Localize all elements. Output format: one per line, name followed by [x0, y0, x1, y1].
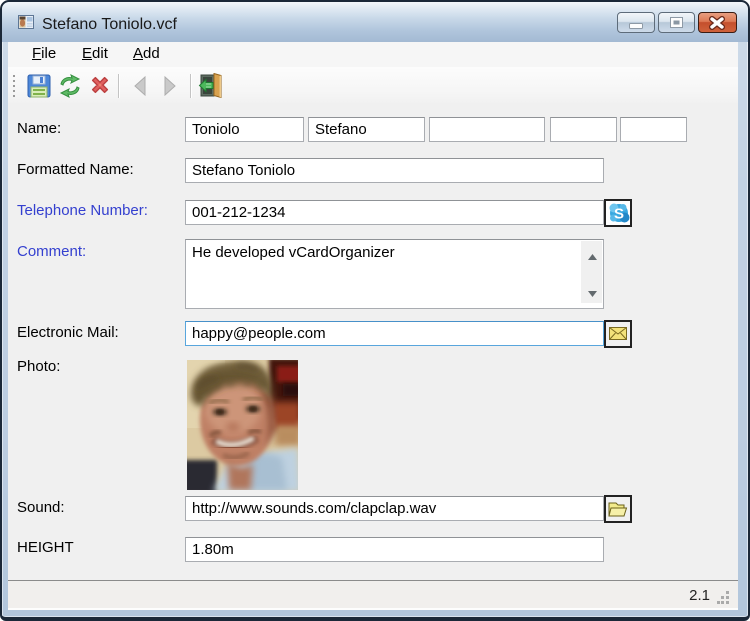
svg-text:S: S	[614, 206, 624, 223]
